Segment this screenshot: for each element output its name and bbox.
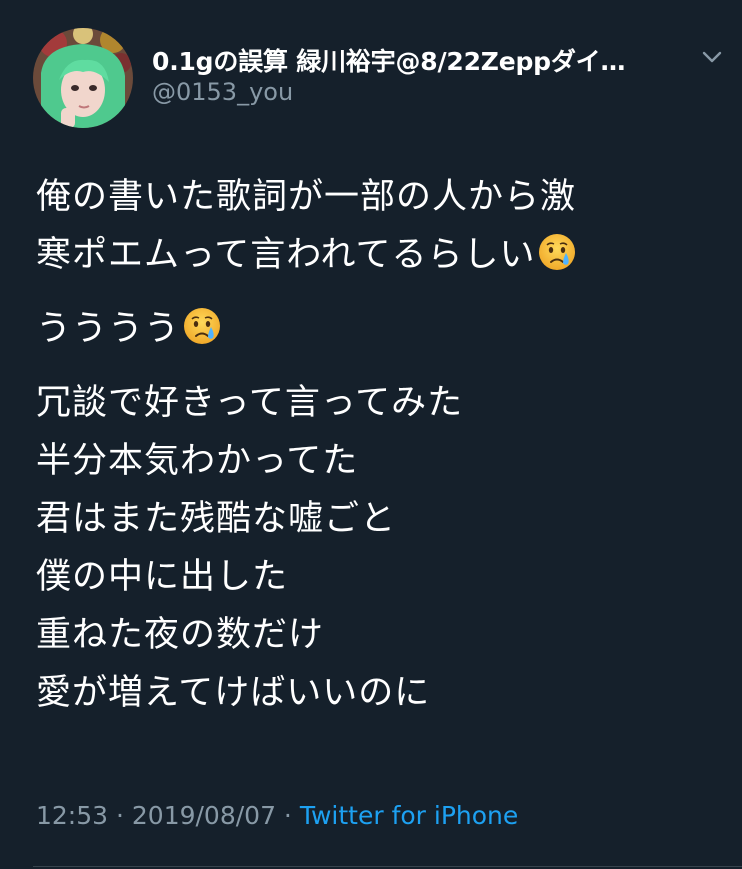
avatar-image (33, 28, 133, 128)
tweet-paragraph: 冗談で好きって言ってみた 半分本気わかってた 君はまた残酷な嘘ごと 僕の中に出し… (36, 374, 716, 722)
meta-separator: · (275, 801, 300, 830)
author-handle[interactable]: @0153_you (152, 78, 293, 106)
avatar[interactable] (33, 28, 133, 128)
meta-separator: · (108, 801, 132, 830)
tweet-paragraph: 俺の書いた歌詞が一部の人から激 寒ポエムって言われてるらしい (36, 168, 716, 284)
tweet-line: うううう (36, 309, 181, 349)
tweet-line: 半分本気わかってた (36, 441, 359, 481)
tweet-line-with-emoji: うううう (36, 300, 716, 358)
tweet-date[interactable]: 2019/08/07 (132, 801, 276, 830)
divider (33, 866, 742, 867)
tweet-line: 俺の書いた歌詞が一部の人から激 (36, 177, 577, 217)
tweet-line: 冗談で好きって言ってみた (36, 383, 464, 423)
crying-face-icon (184, 308, 221, 344)
tweet-line: 重ねた夜の数だけ (36, 615, 325, 655)
tweet-line: 君はまた残酷な嘘ごと (36, 499, 397, 539)
tweet-line-with-emoji: 寒ポエムって言われてるらしい (36, 226, 716, 284)
chevron-down-icon[interactable] (697, 42, 727, 72)
tweet-paragraph: うううう (36, 300, 716, 358)
author-name[interactable]: 0.1gの誤算 緑川裕宇@8/22Zeppダイ… (152, 42, 692, 78)
tweet-time[interactable]: 12:53 (36, 801, 108, 830)
tweet-line: 寒ポエムって言われてるらしい (36, 235, 536, 275)
tweet-line: 僕の中に出した (36, 557, 289, 597)
tweet-meta: 12:53 · 2019/08/07 · Twitter for iPhone (36, 801, 518, 830)
tweet-line: 愛が増えてけばいいのに (36, 673, 431, 713)
crying-face-icon (539, 234, 576, 270)
tweet-text: 俺の書いた歌詞が一部の人から激 寒ポエムって言われてるらしい うううう 冗談で好… (36, 168, 716, 722)
tweet-source-link[interactable]: Twitter for iPhone (300, 801, 518, 830)
tweet-header: 0.1gの誤算 緑川裕宇@8/22Zeppダイ… @0153_you (33, 28, 723, 128)
